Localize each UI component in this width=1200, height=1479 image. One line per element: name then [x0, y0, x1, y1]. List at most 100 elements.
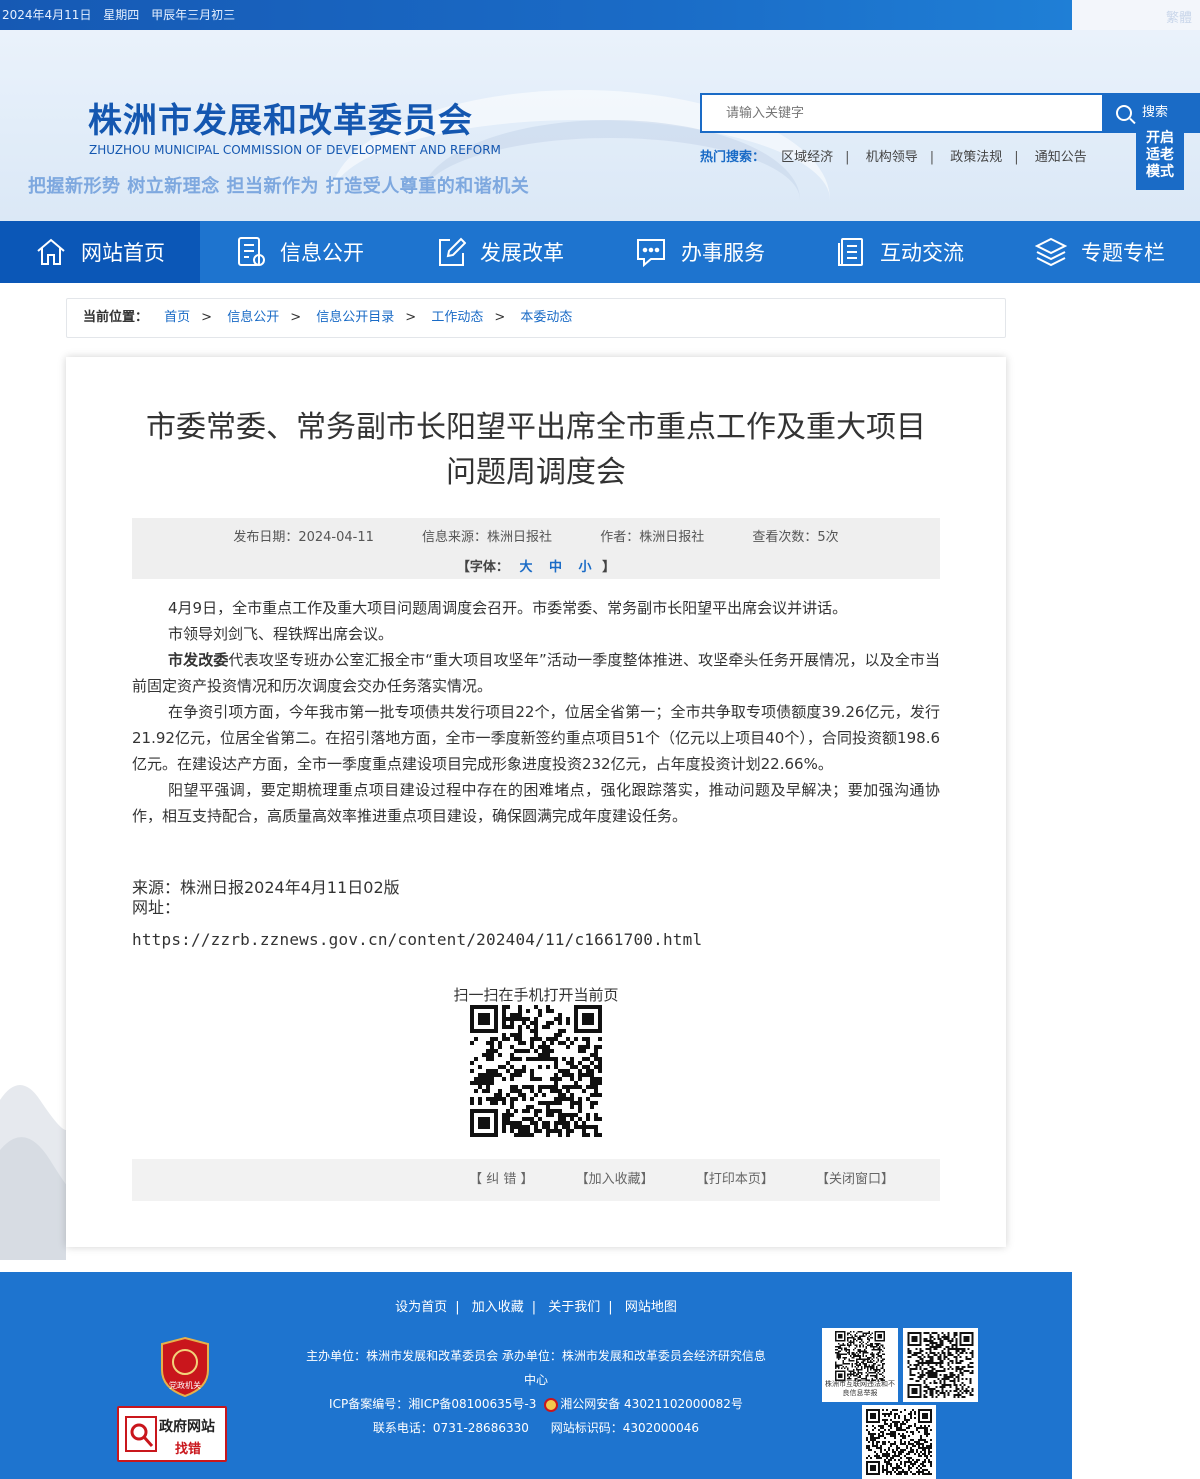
report-error-button[interactable]: 【 纠 错 】 [469, 1172, 533, 1187]
nav-interaction[interactable]: 互动交流 [800, 221, 1000, 283]
nav-label: 信息公开 [280, 241, 364, 265]
party-gov-badge[interactable]: 党政机关 [158, 1336, 212, 1398]
hot-search-item[interactable]: 通知公告 [1035, 150, 1087, 165]
footer-link[interactable]: 加入收藏 [472, 1300, 524, 1315]
url-label: 网址： [132, 898, 181, 917]
traditional-chinese-link[interactable]: 繁體 [1166, 7, 1192, 26]
footer-right-blank [1072, 1272, 1200, 1479]
footer-info: 主办单位：株洲市发展和改革委员会 承办单位：株洲市发展和改革委员会经济研究信息中… [305, 1344, 767, 1440]
home-icon [35, 236, 67, 268]
add-favorite-button[interactable]: 【加入收藏】 [576, 1172, 654, 1187]
footer-link[interactable]: 设为首页 [395, 1300, 447, 1315]
nav-label: 发展改革 [480, 241, 564, 265]
current-date: 2024年4月11日 [2, 8, 92, 22]
font-size-label: 【字体： [456, 560, 509, 575]
article-title-line: 问题周调度会 [446, 455, 626, 490]
elder-mode-line: 开启 [1146, 130, 1174, 146]
footer-phone: 联系电话：0731-28686330 [372, 1421, 529, 1435]
site-slogan: 把握新形势 树立新理念 担当新作为 打造受人尊重的和谐机关 [28, 176, 530, 197]
police-icon [544, 1397, 559, 1412]
article-meta: 发布日期：2024-04-11 信息来源：株洲日报社 作者：株洲日报社 查看次数… [132, 518, 940, 579]
print-button[interactable]: 【打印本页】 [696, 1172, 774, 1187]
article-title-line: 市委常委、常务副市长阳望平出席全市重点工作及重大项目 [146, 410, 926, 445]
footer-police[interactable]: 湘公网安备 43021102000082号 [560, 1397, 743, 1411]
author: 作者：株洲日报社 [600, 530, 705, 545]
wechat-qr-code [903, 1328, 978, 1402]
font-size-end: 】 [602, 560, 616, 575]
article-paragraph: 阳望平强调，要定期梳理重点项目建设过程中存在的困难堵点，强化跟踪落实，推动问题及… [132, 781, 940, 825]
elder-mode-line: 适老 [1146, 147, 1174, 163]
nav-label: 网站首页 [81, 241, 165, 265]
article-body: 4月9日，全市重点工作及重大项目问题周调度会召开。市委常委、常务副市长阳望平出席… [132, 595, 940, 829]
lunar-date: 甲辰年三月初三 [151, 8, 236, 22]
elder-mode-line: 模式 [1146, 164, 1174, 180]
nav-development[interactable]: 发展改革 [400, 221, 600, 283]
report-qr-code: 株洲市互联网违法和不良信息举报 [822, 1328, 898, 1402]
breadcrumb-link[interactable]: 工作动态 [431, 310, 483, 325]
article-paragraph-text: 代表攻坚专班办公室汇报全市“重大项目攻坚年”活动一季度整体推进、攻坚牵头任务开展… [132, 651, 940, 695]
article-paragraph: 市领导刘剑飞、程铁辉出席会议。 [168, 625, 394, 643]
nav-label: 专题专栏 [1081, 241, 1165, 265]
main-nav: 网站首页 信息公开 发展改革 办事服务 互动交流 专题专栏 [0, 221, 1200, 283]
article-paragraph: 在争资引项方面，今年我市第一批专项债共发行项目22个，位居全省第一；全市共争取专… [132, 703, 940, 773]
date-bar: 2024年4月11日 星期四 甲辰年三月初三 [0, 0, 1072, 30]
nav-home[interactable]: 网站首页 [0, 221, 200, 283]
source-line: 来源：株洲日报2024年4月11日02版 [132, 878, 400, 897]
report-qr-caption: 株洲市互联网违法和不良信息举报 [825, 1380, 895, 1397]
breadcrumb-link[interactable]: 首页 [164, 310, 190, 325]
footer-link[interactable]: 网站地图 [625, 1300, 677, 1315]
nav-services[interactable]: 办事服务 [600, 221, 800, 283]
article-title: 市委常委、常务副市长阳望平出席全市重点工作及重大项目 问题周调度会 [66, 405, 1006, 495]
chat-icon [635, 236, 667, 268]
hot-search-label: 热门搜索： [700, 150, 766, 165]
hot-search: 热门搜索： 区域经济 | 机构领导 | 政策法规 | 通知公告 [700, 150, 1087, 165]
font-size-switcher: 【字体： 大 中 小 】 [132, 556, 940, 575]
search-button-label: 搜索 [1142, 105, 1169, 120]
breadcrumb-link[interactable]: 本委动态 [520, 310, 572, 325]
elder-mode-button[interactable]: 开启 适老 模式 [1136, 120, 1184, 190]
breadcrumb-link[interactable]: 信息公开 [227, 310, 279, 325]
site-title[interactable]: 株洲市发展和改革委员会 [88, 93, 473, 142]
document-icon [236, 236, 266, 268]
close-window-button[interactable]: 【关闭窗口】 [816, 1172, 894, 1187]
hot-search-item[interactable]: 机构领导 [866, 150, 918, 165]
publish-date: 发布日期：2024-04-11 [233, 530, 374, 545]
nav-special[interactable]: 专题专栏 [1000, 221, 1200, 283]
bold-org-name: 市发改委 [168, 651, 229, 669]
site-footer: 设为首页 | 加入收藏 | 关于我们 | 网站地图 党政机关 政府网站 找错 主办单位… [0, 1272, 1072, 1479]
footer-site-code: 网站标识码：4302000046 [550, 1421, 700, 1435]
hot-search-item[interactable]: 政策法规 [950, 150, 1002, 165]
nav-label: 互动交流 [880, 241, 964, 265]
breadcrumb-label: 当前位置： [83, 310, 149, 325]
footer-links: 设为首页 | 加入收藏 | 关于我们 | 网站地图 [395, 1300, 677, 1315]
hot-search-item[interactable]: 区域经济 [781, 150, 833, 165]
gov-site-error-badge[interactable]: 政府网站 找错 [117, 1406, 227, 1462]
search-input[interactable] [702, 95, 1102, 131]
article-tools: 【 纠 错 】 【加入收藏】 【打印本页】 【关闭窗口】 [132, 1159, 940, 1201]
article-card: 市委常委、常务副市长阳望平出席全市重点工作及重大项目 问题周调度会 发布日期：2… [66, 357, 1006, 1247]
topbar-right-area: 繁體 [1072, 0, 1200, 30]
current-weekday: 星期四 [103, 8, 140, 22]
page-qr-code [470, 1005, 602, 1137]
mountain-decoration [0, 1040, 66, 1260]
breadcrumb-link[interactable]: 信息公开目录 [316, 310, 394, 325]
footer-icp-row: ICP备案编号：湘ICP备08100635号-3 湘公网安备 430211020… [305, 1392, 767, 1416]
search-box [700, 93, 1102, 133]
site-header: 株洲市发展和改革委员会 ZHUZHOU MUNICIPAL COMMISSION… [0, 30, 1200, 221]
font-medium-button[interactable]: 中 [549, 560, 562, 575]
article-paragraph: 4月9日，全市重点工作及重大项目问题周调度会召开。市委常委、常务副市长阳望平出席… [168, 599, 848, 617]
font-small-button[interactable]: 小 [579, 560, 592, 575]
qr-caption: 扫一扫在手机打开当前页 [453, 986, 619, 1004]
source-url[interactable]: https://zzrb.zznews.gov.cn/content/20240… [132, 930, 940, 950]
gov-err-line1: 政府网站 [159, 1419, 215, 1435]
magnifier-icon [125, 1416, 157, 1452]
article-source: 来源：株洲日报2024年4月11日02版 网址： https://zzrb.zz… [132, 878, 940, 950]
footer-contact-row: 联系电话：0731-28686330 网站标识码：4302000046 [305, 1416, 767, 1440]
footer-host: 主办单位：株洲市发展和改革委员会 承办单位：株洲市发展和改革委员会经济研究信息中… [306, 1349, 766, 1387]
font-large-button[interactable]: 大 [519, 560, 532, 575]
app-qr-code [862, 1405, 936, 1479]
footer-icp[interactable]: ICP备案编号：湘ICP备08100635号-3 [329, 1397, 536, 1411]
nav-info-public[interactable]: 信息公开 [200, 221, 400, 283]
gov-err-line2: 找错 [175, 1442, 202, 1457]
footer-link[interactable]: 关于我们 [548, 1300, 600, 1315]
